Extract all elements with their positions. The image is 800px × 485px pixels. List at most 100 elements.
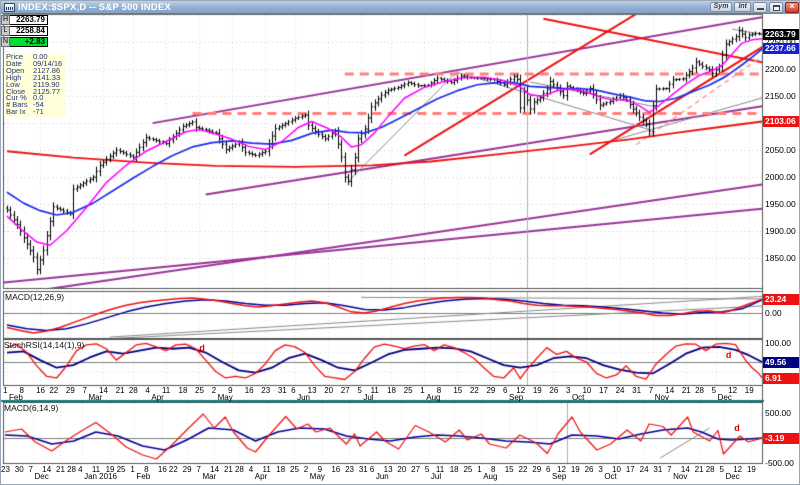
x-tick-label: 17 [599, 386, 608, 395]
x-month-label: Jun [297, 393, 310, 402]
x-tick-label: 31 [358, 465, 368, 474]
x-tick-label: 31 [653, 465, 663, 474]
x-tick-label: 28 [128, 386, 138, 395]
x-month-label: Oct [571, 393, 585, 402]
x-tick-label: 4 [78, 465, 83, 474]
x-tick-label: 18 [178, 386, 188, 395]
x-month-label: Jan 2016 [84, 472, 117, 481]
quote-value: +2.83 [10, 37, 48, 47]
x-tick-label: 29 [486, 386, 496, 395]
x-month-label: Oct [604, 472, 617, 481]
quote-tag: N [1, 37, 10, 47]
x-tick-label: 30 [14, 465, 24, 474]
data-window-label: Bar Ix [6, 107, 26, 117]
quote-value: 2263.79 [10, 15, 48, 25]
x-tick-label: 15 [504, 465, 514, 474]
quote-row: N +2.83 [1, 37, 48, 47]
x-tick-label: 28 [67, 465, 76, 474]
x-tick-label: 22 [518, 465, 528, 474]
x-tick-label: 3 [598, 465, 603, 474]
x-month-label: Dec [725, 472, 740, 481]
y-axis-label: 1850.00 [765, 253, 796, 264]
x-tick-label: 28 [695, 386, 704, 395]
x-month-label: Dec [34, 472, 49, 481]
x-tick-label: 29 [532, 465, 542, 474]
x-tick-label: 17 [625, 465, 635, 474]
x-tick-label: 4 [145, 386, 150, 395]
data-window: Price 0.00 Date 09/14/16 Open 2127.86 High 2141… [4, 52, 66, 118]
x-tick-label: 22 [49, 386, 59, 395]
x-tick-label: 19 [744, 386, 754, 395]
chart-window: INDEX:$SPX,D -- S&P 500 INDEX Sym Int × … [0, 0, 800, 485]
y-axis-label: 2200.00 [765, 64, 796, 75]
x-tick-label: 6 [291, 386, 296, 395]
x-tick-label: 3 [565, 386, 571, 395]
x-tick-label: 18 [449, 465, 459, 474]
x-tick-label: 4 [248, 465, 254, 474]
chart-canvas[interactable] [1, 1, 799, 484]
x-tick-label: 16 [157, 465, 167, 474]
x-tick-label: 27 [411, 465, 421, 474]
x-tick-label: 5 [719, 465, 724, 474]
x-tick-label: 27 [340, 386, 350, 395]
quote-tag: L [1, 26, 10, 36]
x-tick-label: 7 [28, 465, 33, 474]
x-month-label: Jun [375, 472, 389, 481]
x-tick-label: 15 [453, 386, 463, 395]
x-month-label: Feb [136, 472, 151, 481]
x-tick-label: 25 [463, 465, 473, 474]
x-tick-label: 26 [584, 465, 594, 474]
y-axis-label: 2000.00 [765, 172, 796, 183]
x-tick-label: 26 [549, 386, 559, 395]
x-tick-label: 2 [211, 386, 217, 395]
x-tick-label: 31 [632, 386, 642, 395]
x-tick-label: 25 [116, 465, 126, 474]
x-month-label: Jul [363, 393, 374, 402]
y-axis-label: 500.00 [765, 408, 791, 418]
quote-box: H 2263.79 L 2258.84 N +2.83 [1, 15, 48, 48]
y-axis-label: 1900.00 [765, 226, 796, 237]
x-tick-label: 19 [532, 386, 542, 395]
x-tick-label: 25 [195, 386, 204, 395]
x-tick-label: 20 [397, 465, 407, 474]
x-tick-label: 19 [570, 465, 580, 474]
data-window-value: -71 [33, 107, 44, 117]
x-month-label: Apr [254, 472, 268, 481]
x-tick-label: 5 [424, 465, 430, 474]
chart-annotation: d [734, 423, 740, 434]
x-month-label: Mar [88, 393, 103, 402]
x-tick-label: 22 [469, 386, 479, 395]
x-tick-label: 5 [357, 386, 362, 395]
x-tick-label: 6 [369, 465, 375, 474]
x-tick-label: 6 [546, 465, 551, 474]
x-tick-label: 29 [65, 386, 75, 395]
stochrsi-panel-label: StochRSI(14,14(1),9) [4, 340, 85, 350]
x-tick-label: 1 [130, 465, 135, 474]
x-month-label: Sep [509, 393, 524, 402]
x-tick-label: 18 [387, 386, 397, 395]
x-tick-label: 31 [277, 386, 287, 395]
data-window-row: Bar Ix -71 [6, 107, 64, 117]
x-tick-label: 16 [36, 386, 46, 395]
chart-annotation: d [725, 349, 732, 360]
x-month-label: Nov [673, 472, 688, 481]
x-tick-label: 22 [168, 465, 178, 474]
price-tag: 2263.79 [763, 29, 799, 41]
x-tick-label: 7 [196, 465, 201, 474]
x-tick-label: 25 [290, 465, 299, 474]
y-axis-label: -500.00 [765, 458, 794, 468]
x-tick-label: 1 [3, 386, 8, 395]
x-tick-label: 28 [234, 465, 244, 474]
x-tick-label: 2 [303, 465, 309, 474]
x-tick-label: 7 [82, 386, 87, 395]
x-tick-label: 23 [345, 465, 354, 474]
x-month-label: Mar [202, 472, 217, 481]
x-month-label: Feb [9, 393, 23, 402]
x-tick-label: 20 [324, 386, 334, 395]
x-tick-label: 23 [261, 386, 271, 395]
x-month-label: May [309, 472, 325, 481]
price-tag: -3.19 [763, 432, 799, 444]
x-tick-label: 1 [420, 386, 425, 395]
x-tick-label: 16 [244, 386, 254, 395]
x-tick-label: 25 [403, 386, 413, 395]
